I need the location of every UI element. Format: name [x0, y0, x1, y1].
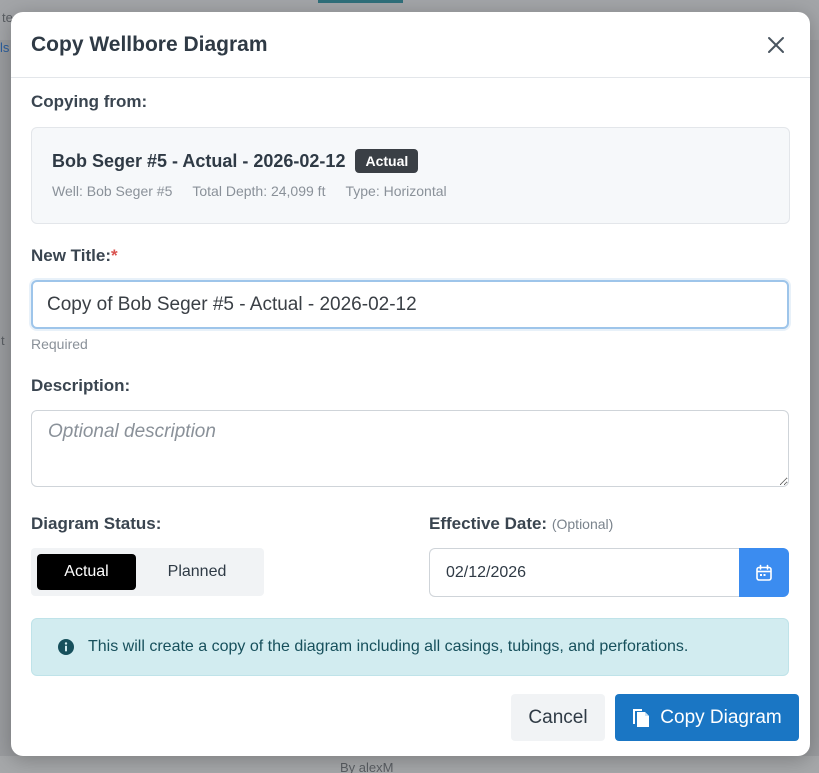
background-footer — [0, 756, 819, 773]
effective-date-label: Effective Date: (Optional) — [429, 514, 614, 533]
copy-diagram-label: Copy Diagram — [660, 706, 782, 728]
calendar-icon — [756, 564, 772, 581]
effective-date-input[interactable] — [429, 548, 739, 597]
status-badge: Actual — [355, 149, 419, 173]
required-marker: * — [110, 246, 118, 265]
source-title: Bob Seger #5 - Actual - 2026-02-12 — [52, 150, 346, 171]
close-icon — [768, 36, 784, 53]
source-well: Well: Bob Seger #5 — [52, 183, 173, 199]
copy-diagram-dialog: Copy Wellbore Diagram Copying from: Bob … — [11, 12, 810, 756]
dialog-footer: Cancel Copy Diagram — [511, 694, 799, 741]
diagram-status-toggle: Actual Planned — [31, 548, 264, 596]
source-diagram-card: Bob Seger #5 - Actual - 2026-02-12 Actua… — [31, 127, 790, 224]
close-button[interactable] — [762, 31, 790, 59]
info-alert: This will create a copy of the diagram i… — [31, 618, 789, 676]
effective-date-group — [429, 548, 789, 597]
background-active-tab — [318, 0, 403, 3]
new-title-input[interactable] — [31, 280, 789, 329]
date-picker-button[interactable] — [739, 548, 789, 597]
info-text: This will create a copy of the diagram i… — [88, 638, 689, 655]
source-total-depth: Total Depth: 24,099 ft — [192, 183, 326, 199]
new-title-label: New Title:* — [31, 246, 118, 265]
copy-diagram-button[interactable]: Copy Diagram — [615, 694, 799, 741]
new-title-helper: Required — [31, 336, 88, 352]
copy-icon — [633, 708, 650, 727]
cancel-button[interactable]: Cancel — [511, 694, 605, 741]
source-type: Type: Horizontal — [345, 183, 447, 199]
info-circle-icon — [58, 639, 74, 655]
dialog-body: Copying from: Bob Seger #5 - Actual - 20… — [11, 78, 810, 676]
status-option-planned[interactable]: Planned — [136, 554, 258, 590]
dialog-title: Copy Wellbore Diagram — [31, 32, 268, 56]
background-author: By alexM — [340, 760, 394, 773]
status-option-actual[interactable]: Actual — [37, 554, 136, 590]
dialog-header: Copy Wellbore Diagram — [11, 12, 810, 78]
description-textarea[interactable] — [31, 410, 789, 487]
background-link: ls — [0, 40, 10, 55]
diagram-status-label: Diagram Status: — [31, 514, 162, 533]
copying-from-label: Copying from: — [31, 92, 148, 111]
optional-hint: (Optional) — [551, 516, 614, 532]
description-label: Description: — [31, 376, 131, 395]
background-text: t — [1, 333, 5, 348]
